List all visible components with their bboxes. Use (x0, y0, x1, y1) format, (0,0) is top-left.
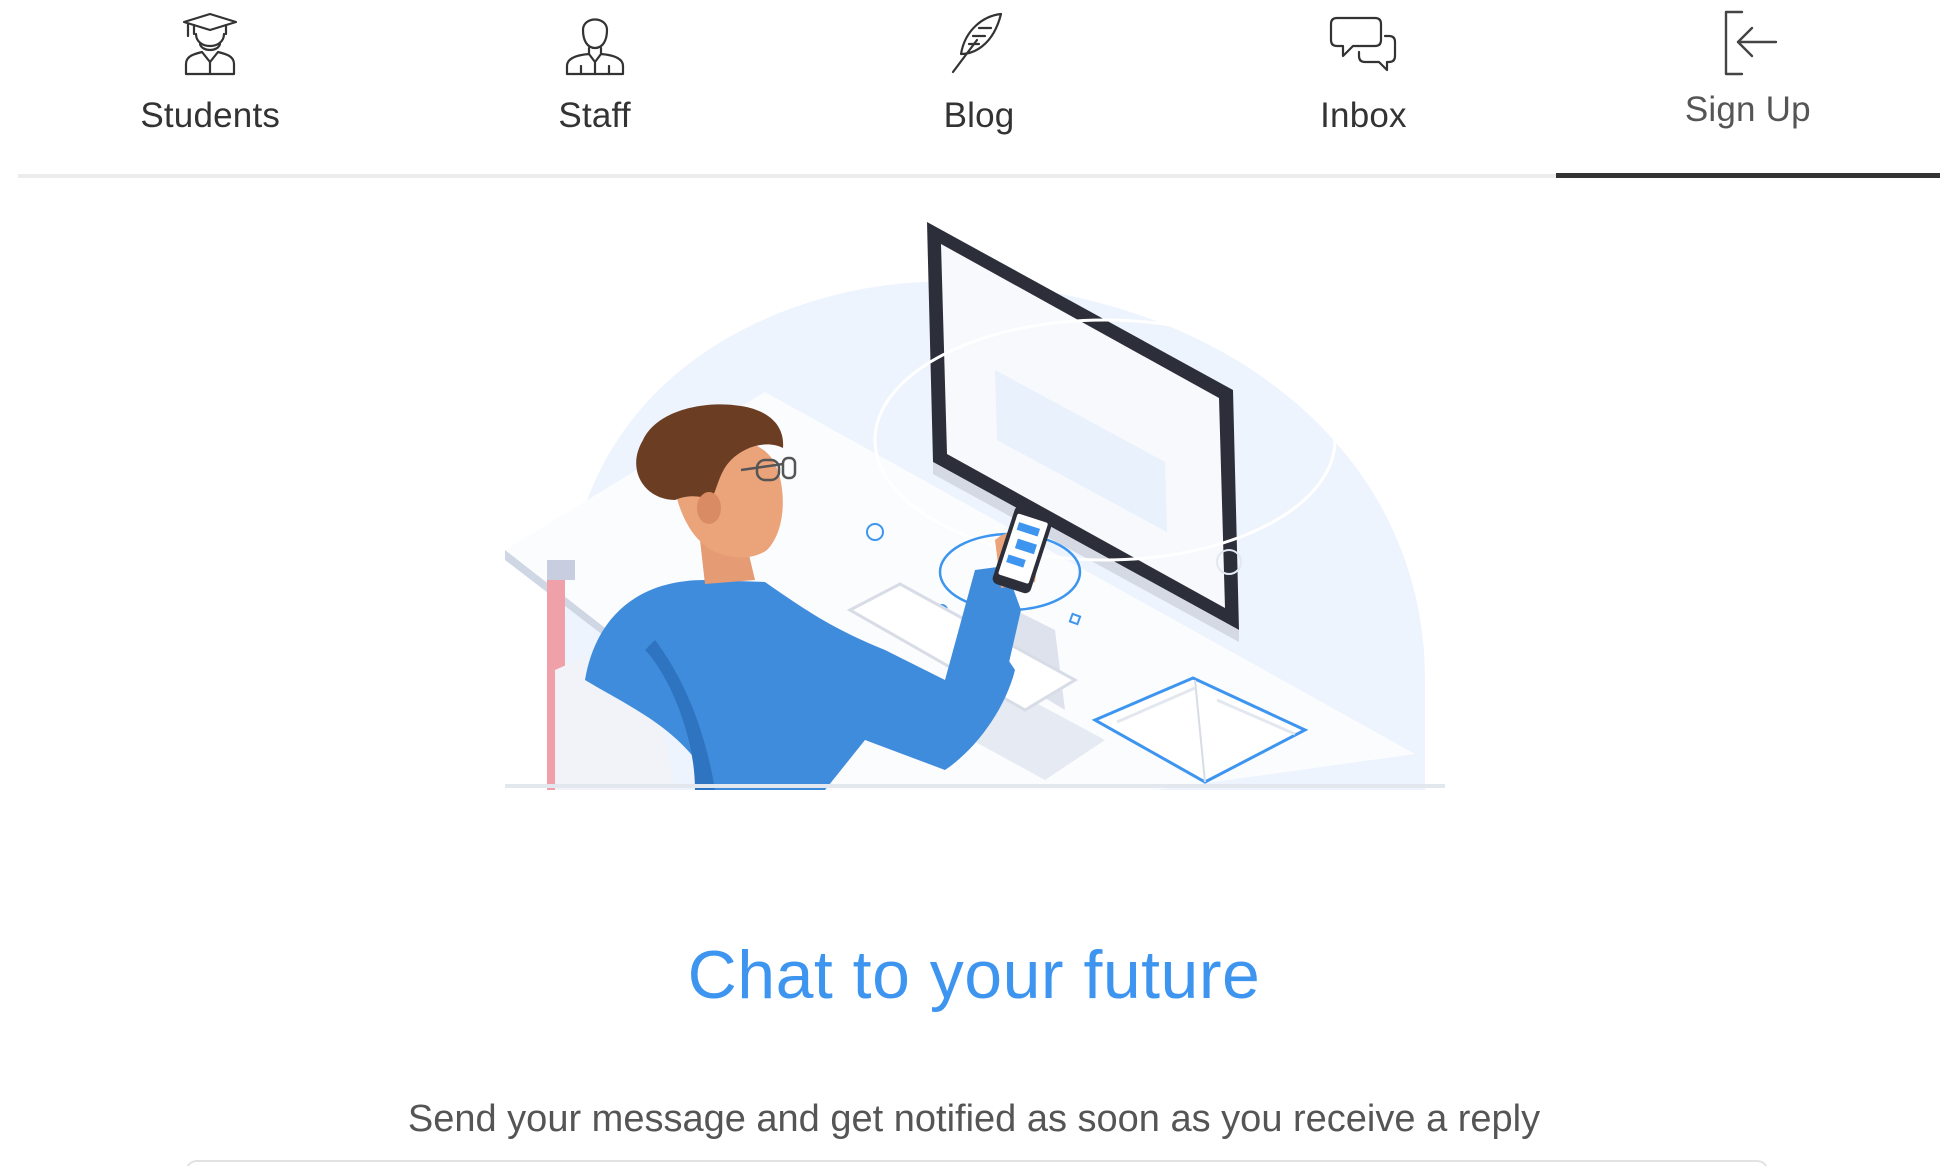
nav-label-sign-up: Sign Up (1684, 90, 1811, 129)
nav-item-blog[interactable]: Blog (787, 0, 1171, 174)
quill-icon (943, 10, 1015, 76)
sign-in-arrow-icon (1712, 10, 1784, 76)
top-nav: Students Staff Blog Inbox Sign Up (18, 0, 1941, 178)
hero-illustration (505, 210, 1445, 790)
page-title: Chat to your future (687, 936, 1261, 1013)
nav-label-staff: Staff (558, 96, 631, 135)
staff-icon (559, 10, 631, 76)
nav-item-students[interactable]: Students (18, 0, 402, 174)
nav-label-students: Students (140, 96, 281, 135)
nav-item-sign-up[interactable]: Sign Up (1555, 0, 1941, 178)
graduate-icon (174, 10, 246, 76)
nav-label-blog: Blog (943, 96, 1015, 135)
nav-item-inbox[interactable]: Inbox (1171, 0, 1555, 174)
nav-item-staff[interactable]: Staff (402, 0, 786, 174)
chat-bubbles-icon (1327, 10, 1399, 76)
nav-label-inbox: Inbox (1320, 96, 1407, 135)
message-input[interactable] (185, 1160, 1769, 1166)
page-subtitle: Send your message and get notified as so… (407, 1098, 1541, 1140)
page: Students Staff Blog Inbox Sign Up Chat t… (0, 0, 1948, 1166)
